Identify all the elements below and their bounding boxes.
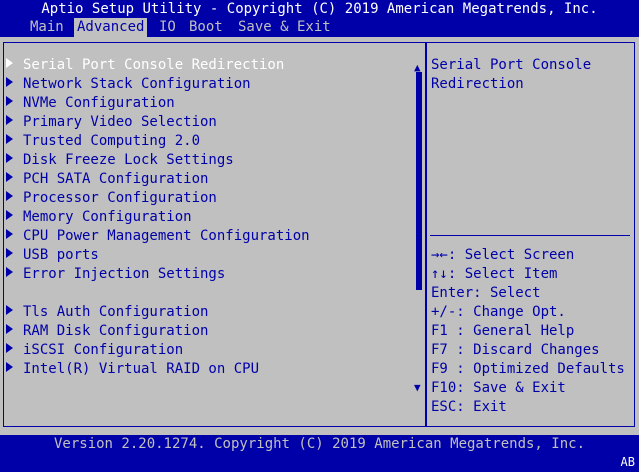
menu-item-usb-ports[interactable]: USB ports xyxy=(6,246,99,265)
submenu-arrow-icon xyxy=(6,58,13,68)
pane-divider xyxy=(425,42,427,427)
submenu-arrow-icon xyxy=(6,172,13,182)
submenu-arrow-icon xyxy=(6,134,13,144)
corner-indicator: AB xyxy=(620,455,635,469)
key-hint-enter: Enter: Select xyxy=(431,285,541,301)
key-hint-discard-changes: F7 : Discard Changes xyxy=(431,342,600,358)
window-title: Aptio Setup Utility - Copyright (C) 2019… xyxy=(41,1,598,17)
menu-item-pch-sata-configuration[interactable]: PCH SATA Configuration xyxy=(6,170,208,189)
tab-save-exit[interactable]: Save & Exit xyxy=(235,18,334,37)
menu-item-iscsi-configuration[interactable]: iSCSI Configuration xyxy=(6,341,183,360)
menu-item-nvme-configuration[interactable]: NVMe Configuration xyxy=(6,94,175,113)
menu-item-primary-video-selection[interactable]: Primary Video Selection xyxy=(6,113,217,132)
help-separator xyxy=(430,235,630,236)
menu-item-error-injection-settings[interactable]: Error Injection Settings xyxy=(6,265,225,284)
submenu-arrow-icon xyxy=(6,362,13,372)
submenu-arrow-icon xyxy=(6,77,13,87)
help-text: Serial Port Console Redirection xyxy=(431,57,592,92)
submenu-arrow-icon xyxy=(6,248,13,258)
menu-item-memory-configuration[interactable]: Memory Configuration xyxy=(6,208,192,227)
key-hint-general-help: F1 : General Help xyxy=(431,323,575,339)
tab-io[interactable]: IO xyxy=(156,18,179,37)
key-hint-optimized-defaults: F9 : Optimized Defaults xyxy=(431,361,625,377)
menu-item-intel-virtual-raid-on-cpu[interactable]: Intel(R) Virtual RAID on CPU xyxy=(6,360,259,379)
menu-item-disk-freeze-lock-settings[interactable]: Disk Freeze Lock Settings xyxy=(6,151,234,170)
menu-item-network-stack-configuration[interactable]: Network Stack Configuration xyxy=(6,75,251,94)
submenu-arrow-icon xyxy=(6,267,13,277)
submenu-arrow-icon xyxy=(6,305,13,315)
tab-main[interactable]: Main xyxy=(27,18,67,37)
tab-bar: Main Advanced IO Boot Save & Exit xyxy=(0,18,639,37)
menu-item-processor-configuration[interactable]: Processor Configuration xyxy=(6,189,217,208)
key-hint-esc-exit: ESC: Exit xyxy=(431,399,507,415)
scrollbar-thumb[interactable] xyxy=(416,72,422,290)
menu-item-cpu-power-management[interactable]: CPU Power Management Configuration xyxy=(6,227,310,246)
submenu-arrow-icon xyxy=(6,153,13,163)
submenu-arrow-icon xyxy=(6,343,13,353)
submenu-arrow-icon xyxy=(6,324,13,334)
submenu-arrow-icon xyxy=(6,229,13,239)
menu-item-tls-auth-configuration[interactable]: Tls Auth Configuration xyxy=(6,303,208,322)
key-hint-select-screen: →←: Select Screen xyxy=(431,247,575,263)
tab-boot[interactable]: Boot xyxy=(186,18,226,37)
scroll-down-icon[interactable]: ▼ xyxy=(414,378,421,397)
submenu-arrow-icon xyxy=(6,191,13,201)
menu-item-trusted-computing[interactable]: Trusted Computing 2.0 xyxy=(6,132,200,151)
submenu-arrow-icon xyxy=(6,115,13,125)
key-hint-save-exit: F10: Save & Exit xyxy=(431,380,566,396)
menu-item-ram-disk-configuration[interactable]: RAM Disk Configuration xyxy=(6,322,208,341)
version-footer: Version 2.20.1274. Copyright (C) 2019 Am… xyxy=(53,436,585,452)
submenu-arrow-icon xyxy=(6,210,13,220)
key-hint-select-item: ↑↓: Select Item xyxy=(431,266,558,282)
menu-item-serial-port-console-redirection[interactable]: Serial Port Console Redirection xyxy=(6,56,284,75)
submenu-arrow-icon xyxy=(6,96,13,106)
tab-advanced[interactable]: Advanced xyxy=(74,18,148,37)
key-hint-change-opt: +/-: Change Opt. xyxy=(431,304,566,320)
